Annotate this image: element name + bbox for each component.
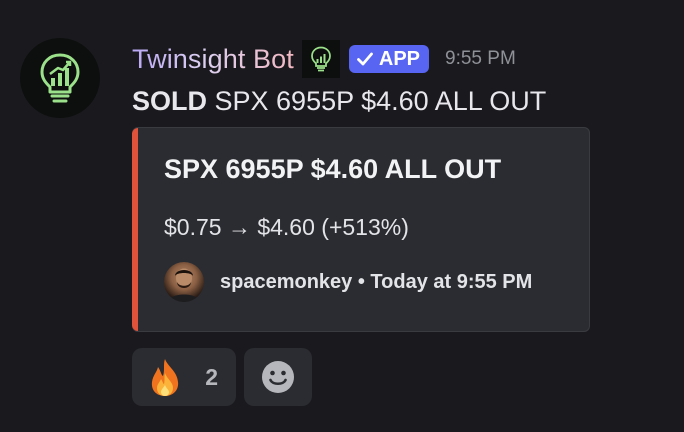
lightbulb-chart-icon (311, 46, 331, 72)
add-reaction-button[interactable] (244, 348, 312, 406)
verified-check-icon (356, 52, 373, 66)
embed-accent-bar (132, 128, 138, 331)
bot-avatar[interactable] (20, 38, 100, 118)
app-badge: APP (348, 45, 430, 73)
chat-message: Twinsight Bot APP 9:55 PM SOLD SPX 6955P… (0, 0, 684, 432)
add-reaction-icon (262, 361, 294, 393)
author-role-icon (301, 40, 340, 78)
reactions-bar: 2 (132, 348, 312, 406)
content-bold-text: SOLD (132, 86, 208, 116)
embed-title: SPX 6955P $4.60 ALL OUT (164, 154, 502, 184)
app-badge-label: APP (378, 47, 421, 70)
message-embed: SPX 6955P $4.60 ALL OUT $0.75 → $4.60 (+… (132, 127, 590, 332)
fire-emoji-icon (151, 359, 179, 396)
lightbulb-chart-icon (40, 53, 80, 103)
embed-footer-text: spacemonkey • Today at 9:55 PM (220, 270, 533, 293)
content-text: SPX 6955P $4.60 ALL OUT (207, 86, 547, 116)
reaction-fire[interactable]: 2 (132, 348, 236, 406)
message-header: Twinsight Bot APP 9:55 PM (132, 40, 516, 78)
message-content: SOLD SPX 6955P $4.60 ALL OUT (132, 86, 546, 117)
reaction-count: 2 (205, 363, 218, 390)
embed-description: $0.75 → $4.60 (+513%) (164, 214, 409, 240)
embed-footer: spacemonkey • Today at 9:55 PM (164, 262, 532, 302)
message-timestamp[interactable]: 9:55 PM (445, 48, 516, 70)
footer-avatar (164, 262, 204, 302)
author-name[interactable]: Twinsight Bot (132, 44, 294, 75)
